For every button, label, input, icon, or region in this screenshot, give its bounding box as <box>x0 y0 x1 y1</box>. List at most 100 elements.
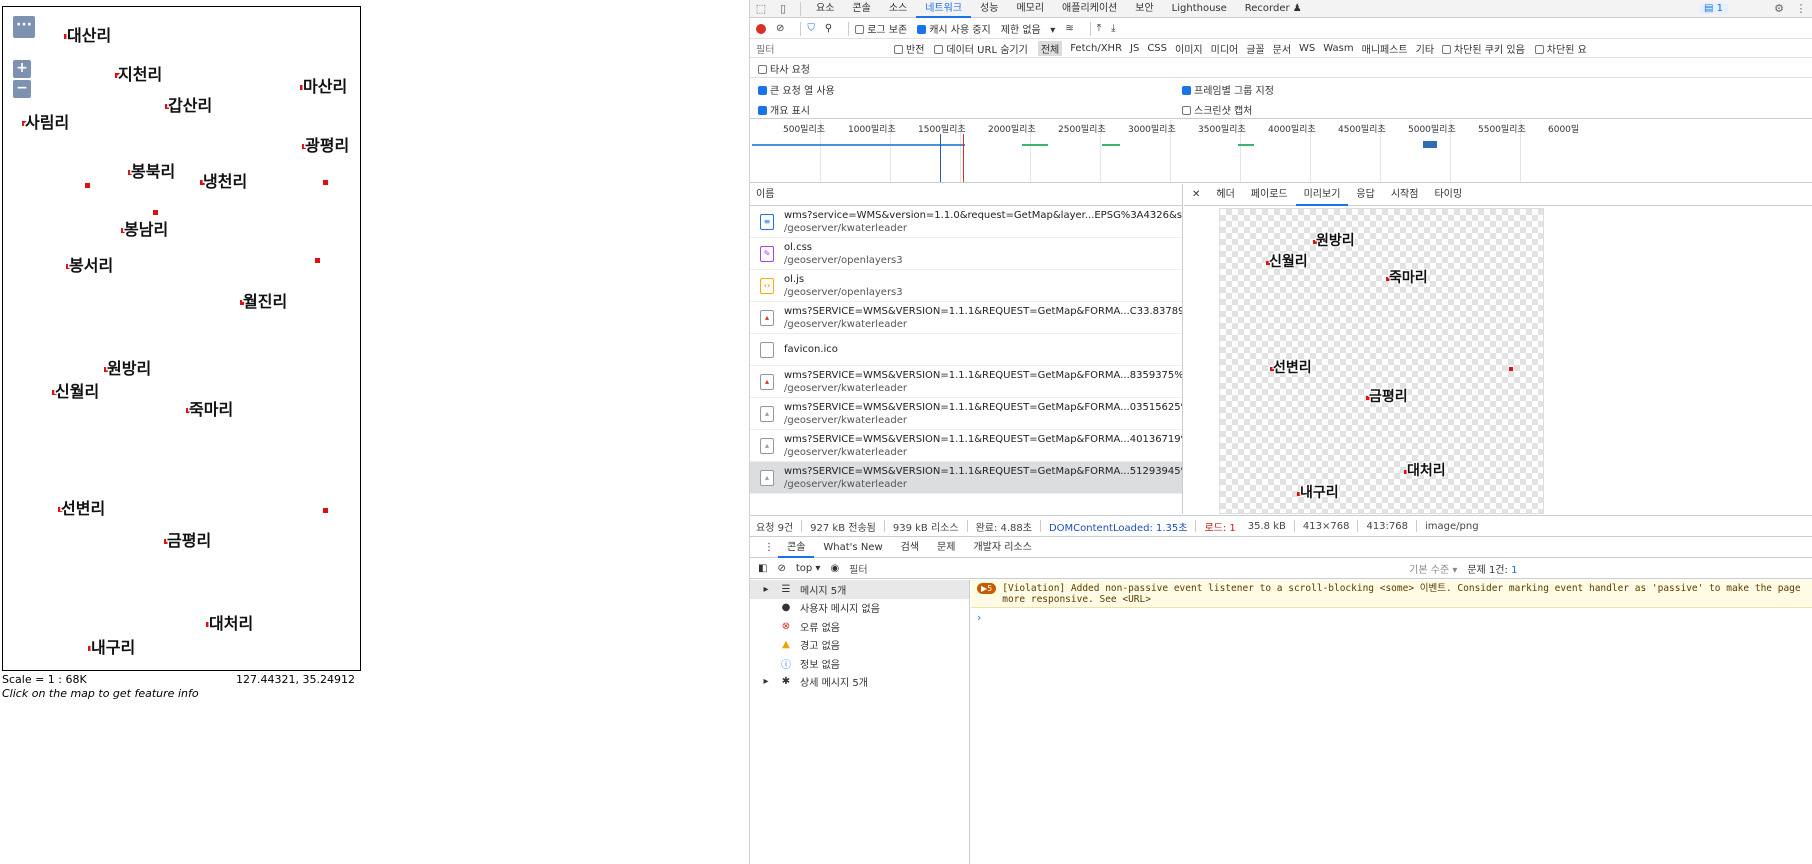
request-row-selected[interactable]: ▴ wms?SERVICE=WMS&VERSION=1.1.1&REQUEST=… <box>750 462 1182 494</box>
network-filter-input[interactable]: 필터 <box>756 41 884 56</box>
filter-type-manifest[interactable]: 매니페스트 <box>1362 41 1408 56</box>
disable-cache-checkbox[interactable]: 캐시 사용 중지 <box>917 21 991 36</box>
blocked-cookies-checkbox[interactable]: 차단된 쿠키 있음 <box>1442 41 1525 56</box>
sidebar-item-warnings[interactable]: ▲ 경고 없음 <box>750 636 969 655</box>
tab-security[interactable]: 보안 <box>1126 0 1162 18</box>
issues-button[interactable]: 문제 1건: 1 <box>1467 561 1517 576</box>
filter-type-css[interactable]: CSS <box>1147 43 1167 54</box>
filter-type-js[interactable]: JS <box>1130 43 1139 54</box>
sidebar-item-info[interactable]: ⓘ 정보 없음 <box>750 654 969 673</box>
blank-icon <box>760 341 774 358</box>
clear-console-icon[interactable]: ⊘ <box>777 563 785 574</box>
inspect-icon[interactable]: ⬚ <box>750 2 772 15</box>
close-icon[interactable]: ✕ <box>1184 184 1208 206</box>
place-label: 봉남리 <box>124 220 169 239</box>
more-menu-icon[interactable]: ⋮ <box>1790 2 1812 15</box>
request-row[interactable]: favicon.ico <box>750 334 1182 366</box>
network-conditions-icon[interactable]: ≋ <box>1065 23 1073 34</box>
console-prompt[interactable]: › <box>971 608 1812 627</box>
context-select[interactable]: top ▾ <box>796 563 821 574</box>
tab-sources[interactable]: 소스 <box>880 0 916 18</box>
filter-type-img[interactable]: 이미지 <box>1175 41 1203 56</box>
document-icon: ≡ <box>760 213 774 230</box>
map-tools-button[interactable]: ··· <box>13 16 35 38</box>
filter-type-ws[interactable]: WS <box>1299 43 1315 54</box>
drawer-tab-search[interactable]: 검색 <box>892 538 928 558</box>
network-overview-timeline[interactable]: 500밀리초 1000밀리초 1500밀리초 2000밀리초 2500밀리초 3… <box>750 120 1812 183</box>
request-row[interactable]: ≡ wms?service=WMS&version=1.1.0&request=… <box>750 206 1182 238</box>
tab-lighthouse[interactable]: Lighthouse <box>1163 0 1236 18</box>
drawer-tab-whats-new[interactable]: What's New <box>814 538 891 558</box>
import-har-icon[interactable]: ⤒ <box>1097 23 1101 34</box>
drawer-tab-console[interactable]: 콘솔 <box>778 538 815 558</box>
sidebar-item-user-messages[interactable]: ● 사용자 메시지 없음 <box>750 599 969 618</box>
tab-preview[interactable]: 미리보기 <box>1295 184 1349 206</box>
export-har-icon[interactable]: ⤓ <box>1111 23 1115 34</box>
filter-type-other[interactable]: 기타 <box>1416 41 1434 56</box>
device-toggle-icon[interactable]: ▯ <box>772 2 794 15</box>
tab-payload[interactable]: 페이로드 <box>1243 184 1296 206</box>
third-party-checkbox[interactable]: 타사 요청 <box>758 61 810 76</box>
screenshots-checkbox[interactable]: 스크린샷 캡처 <box>1182 102 1252 117</box>
invert-checkbox[interactable]: 반전 <box>894 41 924 56</box>
image-icon: ▴ <box>760 373 774 390</box>
tab-network[interactable]: 네트워크 <box>916 0 972 18</box>
filter-type-all[interactable]: 전체 <box>1037 41 1063 56</box>
sidebar-toggle-icon[interactable]: ◧ <box>758 563 767 574</box>
request-row[interactable]: ▴ wms?SERVICE=WMS&VERSION=1.1.1&REQUEST=… <box>750 398 1182 430</box>
filter-type-font[interactable]: 글꼴 <box>1246 41 1264 56</box>
tab-memory[interactable]: 메모리 <box>1007 0 1053 18</box>
request-row[interactable]: ▴ wms?SERVICE=WMS&VERSION=1.1.1&REQUEST=… <box>750 366 1182 398</box>
search-icon[interactable]: ⚲ <box>825 23 832 34</box>
network-settings: 큰 요청 열 사용 프레임별 그룹 지정 개요 표시 스크린샷 캡처 <box>750 79 1812 119</box>
gear-icon[interactable]: ⚙ <box>1768 2 1790 15</box>
request-row[interactable]: ▴ wms?SERVICE=WMS&VERSION=1.1.1&REQUEST=… <box>750 430 1182 462</box>
name-column-header[interactable]: 이름 <box>750 184 1182 206</box>
zoom-out-button[interactable]: − <box>13 80 31 98</box>
filter-type-doc[interactable]: 문서 <box>1273 41 1291 56</box>
filter-type-media[interactable]: 미디어 <box>1211 41 1239 56</box>
drawer-tab-issues[interactable]: 문제 <box>928 538 964 558</box>
zoom-in-button[interactable]: + <box>13 60 31 78</box>
log-level-select[interactable]: 기본 수준 ▾ <box>1409 561 1457 576</box>
request-row[interactable]: ✎ ol.css/geoserver/openlayers3 <box>750 238 1182 270</box>
timeline-tick: 3500밀리초 <box>1198 125 1246 135</box>
tab-initiator[interactable]: 시작점 <box>1383 184 1427 206</box>
sidebar-item-verbose[interactable]: ▸ ✱ 상세 메시지 5개 <box>750 673 969 692</box>
sidebar-item-label: 경고 없음 <box>800 641 840 653</box>
console-filter-input[interactable]: 필터 <box>849 561 1399 576</box>
throttling-select[interactable]: 제한 없음 ▾ <box>1001 21 1056 36</box>
blocked-requests-checkbox[interactable]: 차단된 요 <box>1534 41 1587 56</box>
sidebar-item-errors[interactable]: ⊗ 오류 없음 <box>750 617 969 636</box>
tab-timing[interactable]: 타이밍 <box>1426 184 1470 206</box>
drawer-menu-icon[interactable]: ⋮ <box>760 538 778 558</box>
drawer-tab-developer-resources[interactable]: 개발자 리소스 <box>964 538 1040 558</box>
script-icon: ‹› <box>760 277 774 294</box>
map-viewport[interactable]: ··· + − 대산리 지천리 마산리 갑산리 사림리 광평리 봉북리 냉천리 … <box>2 6 361 671</box>
request-row[interactable]: ▴ wms?SERVICE=WMS&VERSION=1.1.1&REQUEST=… <box>750 302 1182 334</box>
tab-headers[interactable]: 헤더 <box>1208 184 1242 206</box>
record-icon[interactable] <box>756 23 766 34</box>
filter-type-wasm[interactable]: Wasm <box>1323 43 1353 54</box>
big-rows-checkbox[interactable]: 큰 요청 열 사용 <box>758 82 835 97</box>
checkbox-box <box>1534 45 1544 54</box>
sidebar-item-messages[interactable]: ▸ ☰ 메시지 5개 <box>750 580 969 599</box>
tab-response[interactable]: 응답 <box>1348 184 1382 206</box>
show-overview-checkbox[interactable]: 개요 표시 <box>758 102 810 117</box>
group-by-frame-checkbox[interactable]: 프레임별 그룹 지정 <box>1182 82 1274 97</box>
tab-recorder[interactable]: Recorder ♟ <box>1236 0 1311 18</box>
clear-icon[interactable]: ⊘ <box>776 23 784 34</box>
filter-type-fetch[interactable]: Fetch/XHR <box>1070 43 1122 54</box>
tab-elements[interactable]: 요소 <box>807 0 843 18</box>
hide-data-urls-checkbox[interactable]: 데이터 URL 숨기기 <box>934 41 1028 56</box>
preserve-log-checkbox[interactable]: 로그 보존 <box>855 21 907 36</box>
request-row[interactable]: ‹› ol.js/geoserver/openlayers3 <box>750 270 1182 302</box>
sidebar-item-label: 메시지 5개 <box>800 585 847 597</box>
tab-console[interactable]: 콘솔 <box>843 0 879 18</box>
filter-icon[interactable]: ⛉ <box>807 23 815 34</box>
issues-badge[interactable]: ▤ 1 <box>1698 3 1728 14</box>
console-violation-message[interactable]: ▶5 [Violation] Added non-passive event l… <box>971 580 1812 608</box>
tab-performance[interactable]: 성능 <box>971 0 1007 18</box>
tab-application[interactable]: 애플리케이션 <box>1053 0 1126 18</box>
eye-icon[interactable]: ◉ <box>830 563 839 574</box>
